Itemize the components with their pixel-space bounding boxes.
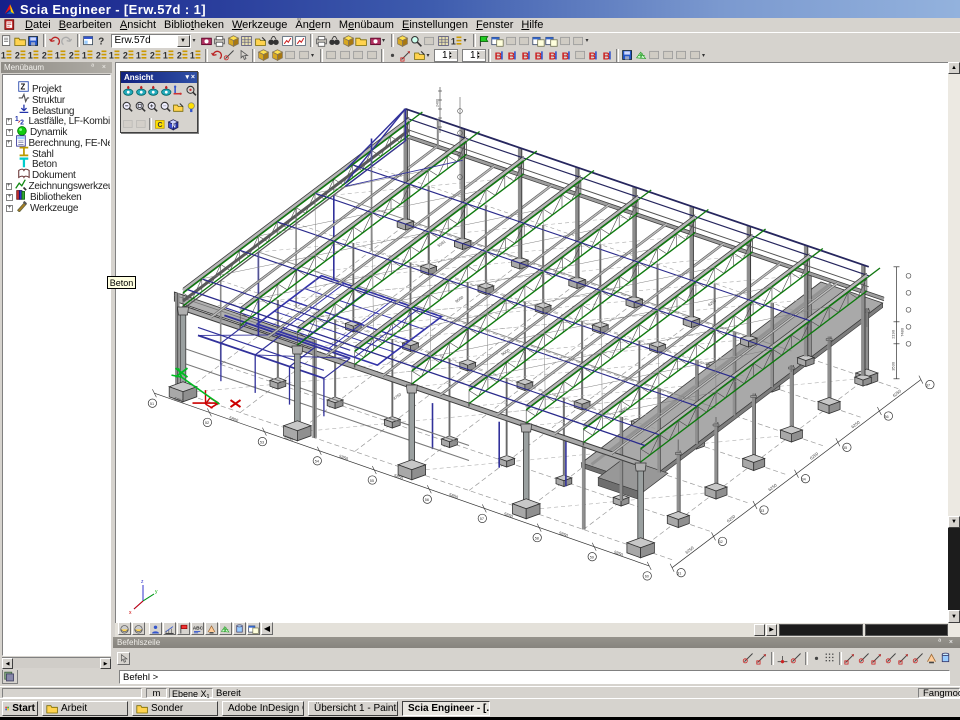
svg-text:6250: 6250 [767, 482, 778, 492]
svg-text:1: 1 [136, 51, 141, 61]
svg-text:59: 59 [590, 556, 594, 560]
svg-text:2: 2 [96, 51, 101, 61]
svg-text:?: ? [99, 36, 105, 47]
svg-text:58: 58 [535, 536, 539, 540]
svg-text:5850: 5850 [558, 530, 569, 538]
svg-text:35: 35 [843, 446, 847, 450]
svg-text:32: 32 [719, 540, 723, 544]
svg-text:4750: 4750 [392, 391, 403, 401]
svg-text:2: 2 [123, 51, 128, 61]
svg-text:ABC: ABC [193, 625, 203, 631]
svg-text:1: 1 [82, 51, 87, 61]
svg-text:1: 1 [1, 51, 6, 61]
svg-text:56: 56 [425, 498, 429, 502]
svg-text:6250: 6250 [892, 388, 903, 398]
svg-text:1: 1 [451, 36, 456, 46]
svg-text:N: N [171, 123, 175, 129]
svg-text:1: 1 [14, 116, 18, 123]
svg-text:37: 37 [926, 383, 930, 387]
svg-text:53: 53 [260, 440, 264, 444]
svg-text:C: C [158, 122, 163, 129]
svg-text:52: 52 [205, 421, 209, 425]
svg-text:6250: 6250 [726, 513, 737, 523]
svg-text:6250: 6250 [850, 419, 861, 429]
svg-text:2: 2 [69, 51, 74, 61]
svg-text:2: 2 [150, 51, 155, 61]
svg-text:36: 36 [884, 415, 888, 419]
svg-text:6250: 6250 [809, 451, 820, 461]
svg-text:54: 54 [315, 460, 319, 464]
svg-text:55: 55 [370, 479, 374, 483]
svg-text:1: 1 [28, 51, 33, 61]
svg-text:57: 57 [480, 517, 484, 521]
svg-text:34: 34 [802, 478, 806, 482]
svg-text:6250: 6250 [684, 545, 695, 555]
svg-text:5081: 5081 [436, 238, 447, 248]
svg-text:3530: 3530 [891, 361, 896, 371]
svg-text:2: 2 [15, 51, 20, 61]
svg-text:33: 33 [760, 509, 764, 513]
svg-text:2190: 2190 [891, 329, 896, 339]
svg-text:2400: 2400 [436, 99, 440, 107]
svg-text:6250: 6250 [707, 298, 718, 308]
svg-text:9000: 9000 [454, 294, 465, 304]
svg-text:z: z [141, 579, 144, 585]
svg-text:5850: 5850 [613, 550, 624, 558]
svg-text:1: 1 [190, 51, 195, 61]
svg-text:1: 1 [163, 51, 168, 61]
svg-text:x: x [129, 610, 132, 616]
svg-text:y: y [155, 589, 158, 595]
svg-text:31: 31 [677, 572, 681, 576]
svg-text:1: 1 [109, 51, 114, 61]
svg-text:60: 60 [645, 575, 649, 579]
svg-text:2: 2 [177, 51, 182, 61]
svg-text:51: 51 [150, 402, 154, 406]
svg-text:2: 2 [42, 51, 47, 61]
svg-text:1: 1 [55, 51, 60, 61]
svg-text:7480: 7480 [900, 327, 905, 337]
svg-text:5850: 5850 [229, 415, 240, 423]
